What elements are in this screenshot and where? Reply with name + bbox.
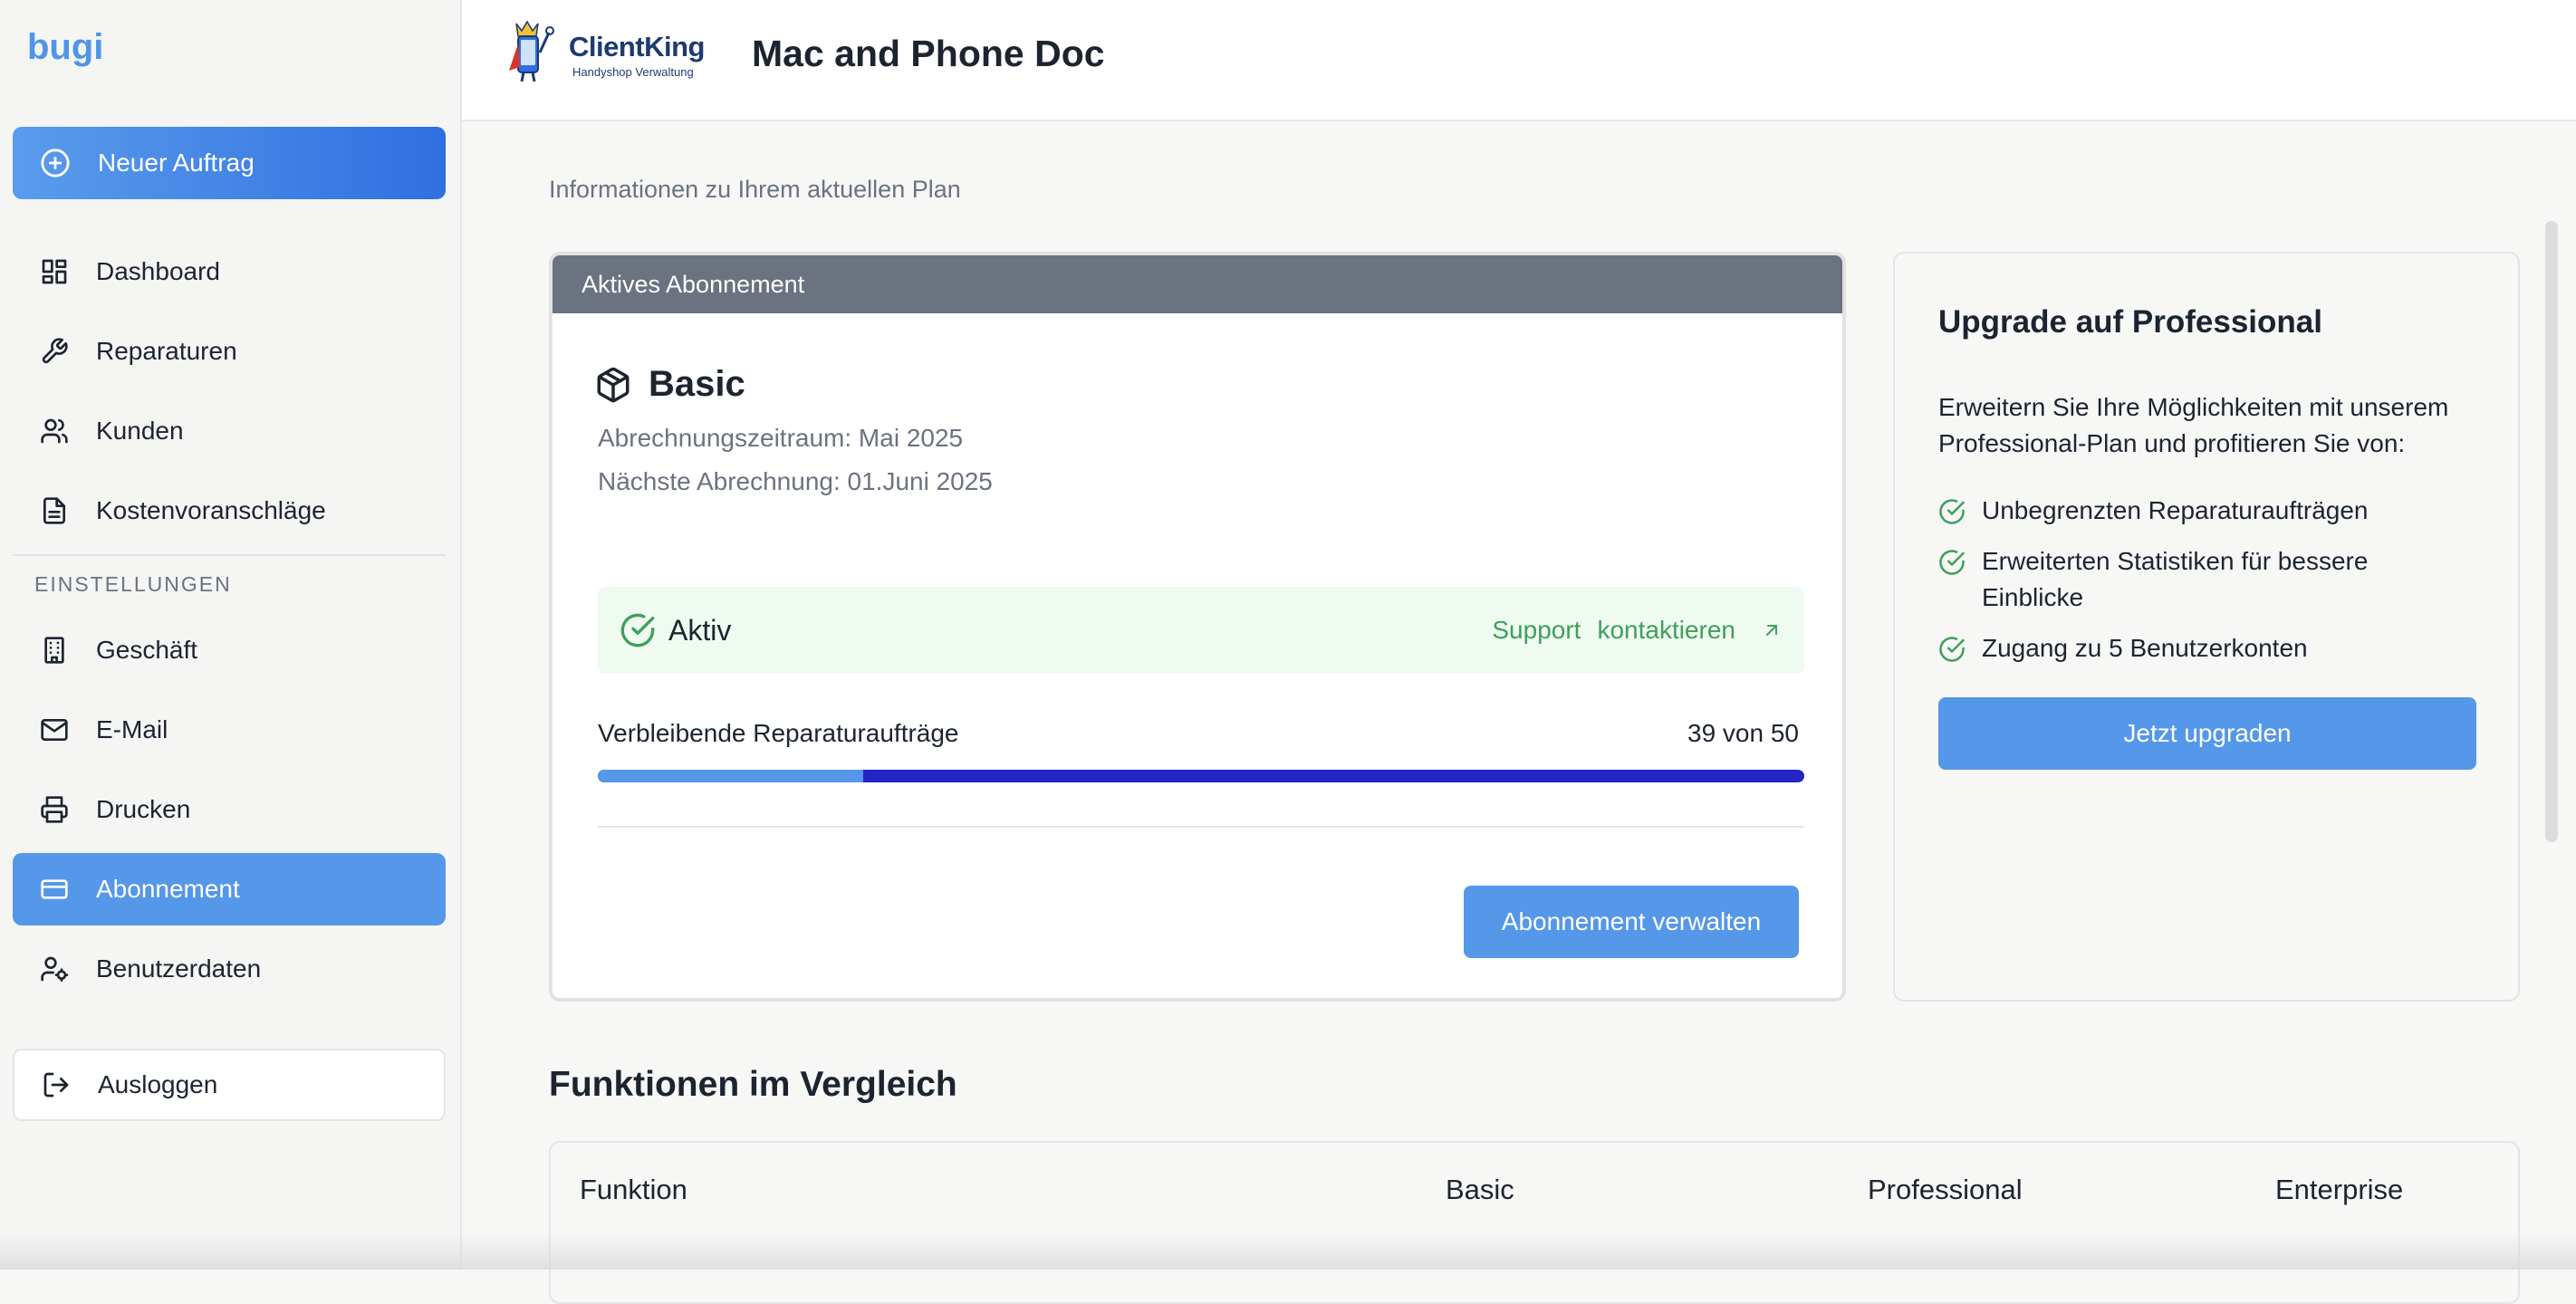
plus-circle-icon xyxy=(40,148,71,178)
upgrade-description: Erweitern Sie Ihre Möglichkeiten mit uns… xyxy=(1938,393,2449,457)
sidebar-item-label: Reparaturen xyxy=(96,337,237,365)
sidebar-item-label: Drucken xyxy=(96,795,191,823)
sidebar-item-kunden[interactable]: Kunden xyxy=(13,395,446,467)
sidebar-item-geschaeft[interactable]: Geschäft xyxy=(13,614,446,686)
column-header-professional: Professional xyxy=(1868,1174,2023,1205)
arrow-up-right-icon xyxy=(1761,619,1783,641)
check-circle-icon xyxy=(620,612,656,648)
remaining-orders-label: Verbleibende Reparaturaufträge xyxy=(598,719,959,747)
upgrade-now-button[interactable]: Jetzt upgraden xyxy=(1938,697,2476,770)
sidebar-item-reparaturen[interactable]: Reparaturen xyxy=(13,315,446,388)
feature-item: Erweiterten Statistiken für bessere Einb… xyxy=(1938,543,2471,616)
remaining-orders-progress xyxy=(598,770,1804,782)
clientking-logo[interactable]: ClientKing Handyshop Verwaltung xyxy=(505,16,714,89)
building-icon xyxy=(40,636,69,665)
sidebar-item-abonnement[interactable]: Abonnement xyxy=(13,853,446,925)
sidebar-item-drucken[interactable]: Drucken xyxy=(13,773,446,846)
contact-support-link[interactable]: Support kontaktieren xyxy=(1492,616,1783,645)
active-subscription-card: Aktives Abonnement Basic Abrechnungszeit… xyxy=(549,252,1846,1002)
package-icon xyxy=(594,366,632,404)
billing-period: Abrechnungszeitraum: Mai 2025 xyxy=(598,424,964,452)
sidebar-item-label: Geschäft xyxy=(96,636,198,664)
bottom-shadow xyxy=(0,1233,2576,1270)
column-header-funktion: Funktion xyxy=(580,1174,687,1205)
settings-section-label: EINSTELLUNGEN xyxy=(34,572,232,596)
upgrade-card: Upgrade auf Professional Erweitern Sie I… xyxy=(1893,252,2520,1002)
upgrade-title: Upgrade auf Professional xyxy=(1938,304,2322,340)
progress-used xyxy=(598,770,864,782)
remaining-orders-count: 39 von 50 xyxy=(1687,719,1799,747)
printer-icon xyxy=(40,795,69,824)
sidebar-item-label: Benutzerdaten xyxy=(96,954,262,983)
card-header: Aktives Abonnement xyxy=(553,255,1842,313)
sidebar-divider xyxy=(13,554,446,556)
brand-logo[interactable]: bugi xyxy=(27,27,103,68)
feature-text: Erweiterten Statistiken für bessere Einb… xyxy=(1982,547,2369,611)
new-order-button[interactable]: Neuer Auftrag xyxy=(13,127,446,199)
sidebar-item-benutzerdaten[interactable]: Benutzerdaten xyxy=(13,933,446,1005)
feature-item: Zugang zu 5 Benutzerkonten xyxy=(1938,630,2471,666)
sidebar-item-label: Kunden xyxy=(96,417,184,445)
check-circle-icon xyxy=(1938,630,1966,663)
plan-name: Basic xyxy=(649,364,745,404)
column-header-basic: Basic xyxy=(1446,1174,1514,1205)
scrollbar[interactable] xyxy=(2545,221,2558,842)
wrench-icon xyxy=(40,337,69,366)
page-title: Mac and Phone Doc xyxy=(752,33,1105,74)
credit-card-icon xyxy=(40,875,69,904)
plan-row: Basic xyxy=(594,364,745,405)
support-link-word-1: Support xyxy=(1492,616,1581,644)
sidebar-item-kostenvoranschlaege[interactable]: Kostenvoranschläge xyxy=(13,475,446,547)
new-order-label: Neuer Auftrag xyxy=(98,149,255,177)
users-icon xyxy=(40,417,69,446)
user-settings-icon xyxy=(40,954,69,983)
status-badge: Aktiv xyxy=(668,613,732,647)
feature-item: Unbegrenzten Reparaturaufträgen xyxy=(1938,493,2471,529)
sidebar-item-label: Dashboard xyxy=(96,257,220,285)
sidebar-item-label: Kostenvoranschläge xyxy=(96,496,326,524)
manage-subscription-button[interactable]: Abonnement verwalten xyxy=(1464,886,1799,958)
column-header-enterprise: Enterprise xyxy=(2275,1174,2404,1205)
logo-subtitle: Handyshop Verwaltung xyxy=(572,65,694,79)
logout-button[interactable]: Ausloggen xyxy=(13,1049,446,1121)
check-circle-icon xyxy=(1938,543,1966,576)
status-box: Aktiv Support kontaktieren xyxy=(598,587,1804,674)
mail-icon xyxy=(40,715,69,744)
document-icon xyxy=(40,496,69,525)
sidebar-item-label: E-Mail xyxy=(96,715,168,743)
logout-icon xyxy=(42,1070,71,1099)
support-link-word-2: kontaktieren xyxy=(1597,616,1735,644)
sidebar-item-dashboard[interactable]: Dashboard xyxy=(13,235,446,308)
card-divider xyxy=(598,826,1804,828)
feature-text: Zugang zu 5 Benutzerkonten xyxy=(1982,634,2308,662)
next-billing: Nächste Abrechnung: 01.Juni 2025 xyxy=(598,467,993,495)
sidebar-item-email[interactable]: E-Mail xyxy=(13,694,446,766)
sidebar-item-label: Abonnement xyxy=(96,875,240,903)
logo-wordmark: ClientKing xyxy=(569,31,706,62)
comparison-table: Funktion Basic Professional Enterprise xyxy=(549,1141,2520,1304)
feature-text: Unbegrenzten Reparaturaufträgen xyxy=(1982,496,2369,524)
logout-label: Ausloggen xyxy=(98,1070,218,1098)
check-circle-icon xyxy=(1938,493,1966,525)
dashboard-icon xyxy=(40,257,69,286)
plan-info-text: Informationen zu Ihrem aktuellen Plan xyxy=(549,176,961,203)
top-header: ClientKing Handyshop Verwaltung Mac and … xyxy=(462,0,2576,121)
sidebar: bugi Neuer Auftrag Dashboard Reparaturen… xyxy=(0,0,462,1270)
comparison-title: Funktionen im Vergleich xyxy=(549,1065,957,1104)
